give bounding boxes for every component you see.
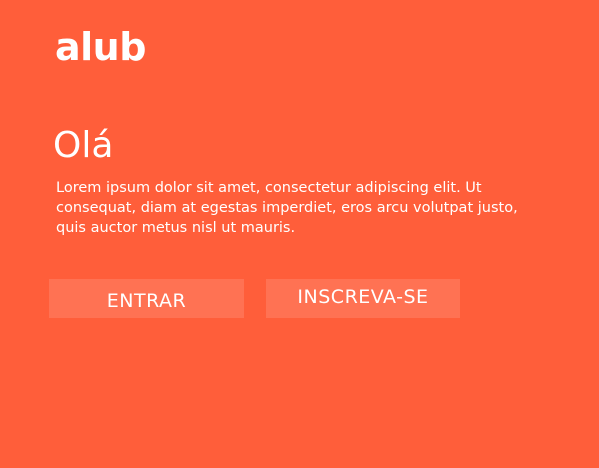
login-button[interactable]: ENTRAR xyxy=(49,279,244,318)
login-button-label: ENTRAR xyxy=(106,289,187,312)
intro-description: Lorem ipsum dolor sit amet, consectetur … xyxy=(56,180,518,236)
brand-logo: alub xyxy=(55,25,146,69)
signup-button-label: INSCREVA-SE xyxy=(297,285,429,308)
signup-button[interactable]: INSCREVA-SE xyxy=(266,279,460,318)
greeting-heading: Olá xyxy=(53,125,114,166)
